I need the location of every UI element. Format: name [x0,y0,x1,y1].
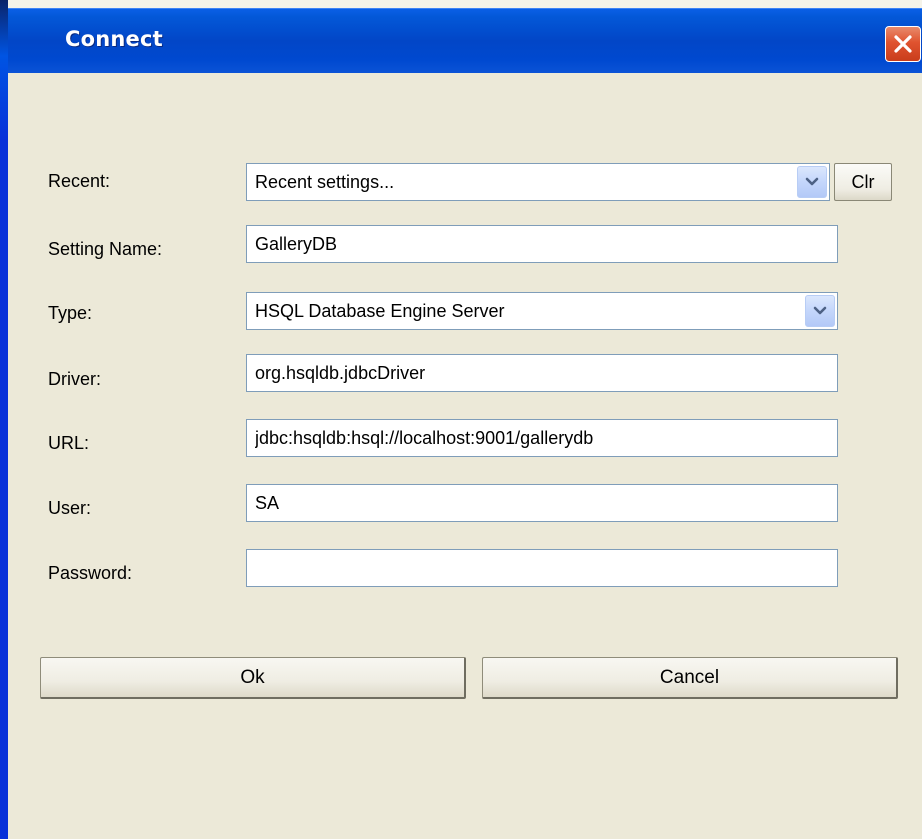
close-icon [894,35,912,53]
window-frame-edge [0,0,8,140]
setting-name-label: Setting Name: [48,239,163,259]
password-input[interactable] [246,549,838,587]
recent-select-value: Recent settings... [255,172,395,192]
url-label: URL: [48,433,90,453]
chevron-down-icon [805,177,819,186]
type-dropdown-button[interactable] [805,295,835,327]
url-input[interactable] [246,419,838,457]
cancel-button[interactable]: Cancel [482,657,898,699]
recent-select[interactable]: Recent settings... [246,163,830,201]
setting-name-input[interactable] [246,225,838,263]
type-select-value: HSQL Database Engine Server [255,301,505,321]
connect-dialog: Connect Recent: Recent settings... Clr S… [0,0,922,839]
title-bar[interactable]: Connect [8,0,922,78]
type-label: Type: [48,303,93,323]
close-button[interactable] [885,26,921,62]
password-label: Password: [48,563,133,583]
user-label: User: [48,498,92,518]
driver-input[interactable] [246,354,838,392]
chevron-down-icon [813,306,827,315]
recent-label: Recent: [48,171,111,191]
window-title: Connect [65,27,163,51]
recent-dropdown-button[interactable] [797,166,827,198]
title-bar-top-strip [8,0,922,8]
ok-button[interactable]: Ok [40,657,466,699]
clear-recent-button[interactable]: Clr [834,163,892,201]
type-select[interactable]: HSQL Database Engine Server [246,292,838,330]
driver-label: Driver: [48,369,101,389]
user-input[interactable] [246,484,838,522]
title-bar-gradient: Connect [8,8,922,73]
